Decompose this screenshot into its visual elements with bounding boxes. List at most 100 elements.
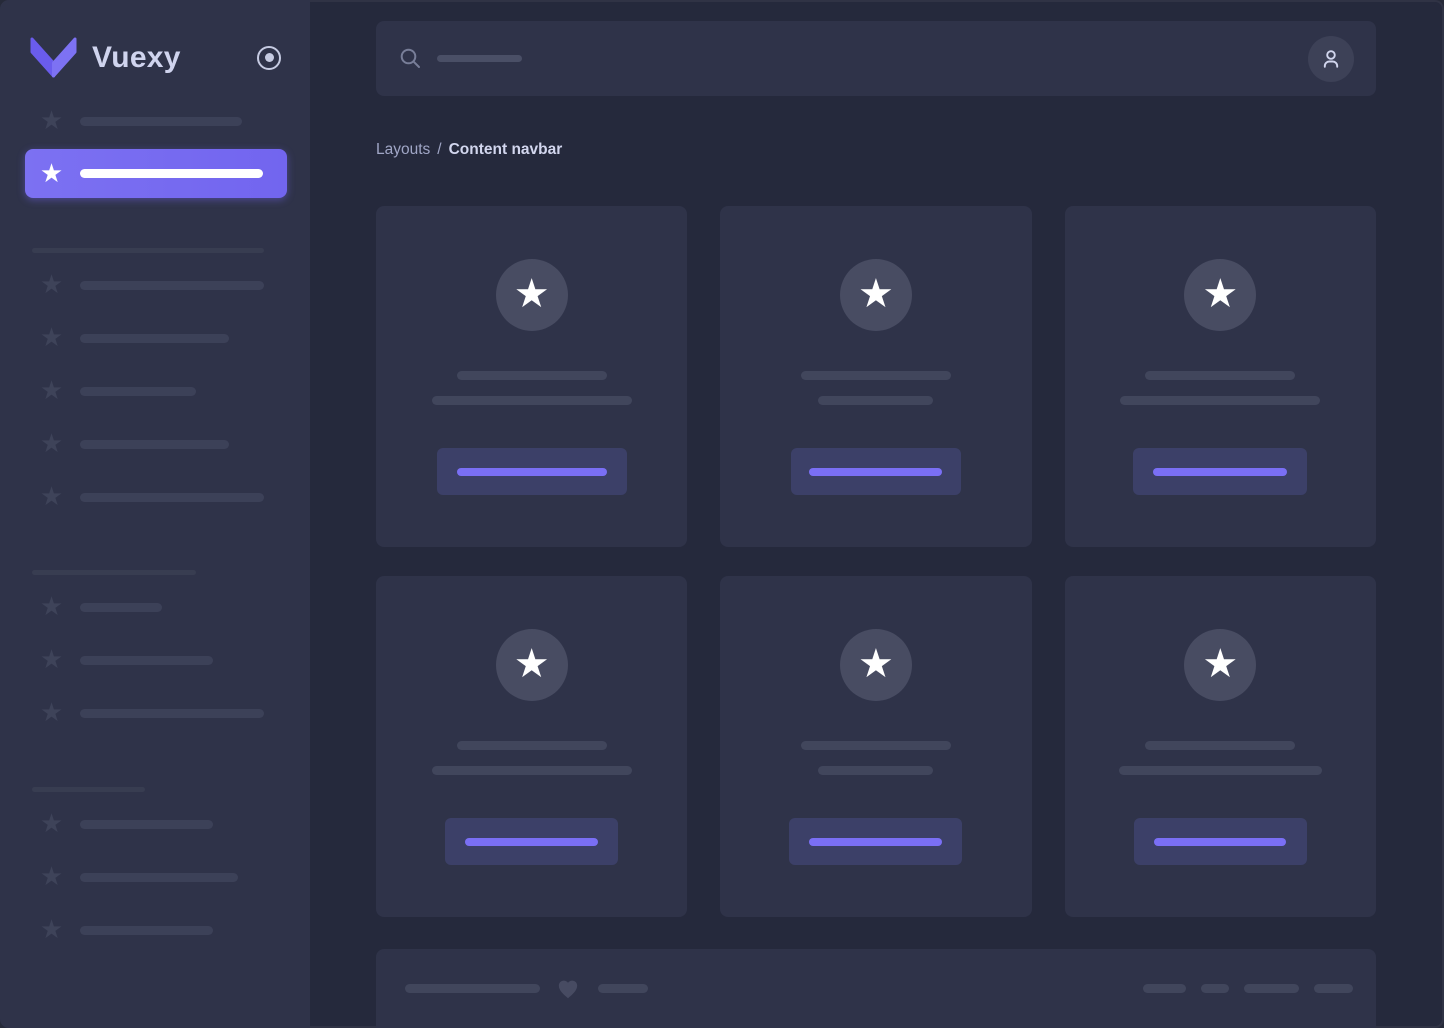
content-card: ★ — [1065, 206, 1376, 547]
card-subtitle-placeholder — [1119, 766, 1322, 775]
sidebar-item[interactable]: ★ — [25, 375, 287, 407]
sidebar-section-divider — [32, 248, 264, 253]
star-icon: ★ — [38, 864, 65, 890]
sidebar-item[interactable]: ★ — [25, 322, 287, 354]
content-card: ★ — [376, 206, 687, 547]
menu-label-placeholder — [80, 117, 242, 126]
card-action-button[interactable] — [791, 448, 961, 495]
sidebar-section-divider — [32, 570, 196, 575]
star-icon: ★ — [858, 274, 894, 314]
sidebar-item[interactable]: ★ — [25, 428, 287, 460]
app-frame: Vuexy ★ ★ ★ ★ ★ ★ ★ ★ ★ ★ ★ ★ ★ — [0, 0, 1444, 1028]
star-icon: ★ — [38, 272, 65, 298]
card-action-button[interactable] — [789, 818, 962, 865]
card-title-placeholder — [1145, 371, 1295, 380]
menu-label-placeholder — [80, 820, 213, 829]
sidebar-item[interactable]: ★ — [25, 861, 287, 893]
top-navbar — [376, 21, 1376, 96]
card-title-placeholder — [457, 371, 607, 380]
menu-label-placeholder — [80, 387, 196, 396]
footer-row — [405, 975, 1353, 1001]
sidebar-header: Vuexy — [30, 37, 281, 78]
sidebar-item[interactable]: ★ — [25, 269, 287, 301]
star-icon: ★ — [514, 644, 550, 684]
sidebar-item[interactable]: ★ — [25, 808, 287, 840]
content-card: ★ — [1065, 576, 1376, 917]
card-action-button[interactable] — [1134, 818, 1307, 865]
card-subtitle-placeholder — [432, 396, 632, 405]
search-placeholder-bar — [437, 55, 522, 62]
menu-label-placeholder — [80, 440, 229, 449]
star-icon: ★ — [38, 325, 65, 351]
user-icon — [1318, 46, 1344, 72]
content-card: ★ — [376, 576, 687, 917]
card-subtitle-placeholder — [432, 766, 632, 775]
vuexy-logo[interactable] — [30, 37, 77, 78]
footer-text-placeholder — [598, 984, 648, 993]
breadcrumb: Layouts / Content navbar — [376, 138, 1376, 162]
card-title-placeholder — [1145, 741, 1295, 750]
star-icon: ★ — [38, 917, 65, 943]
sidebar-item-active[interactable]: ★ — [25, 149, 287, 198]
star-icon: ★ — [38, 700, 65, 726]
main-content: Layouts / Content navbar ★ ★ ★ ★ ★ ★ — [310, 0, 1444, 1028]
card-title-placeholder — [801, 371, 951, 380]
star-avatar: ★ — [496, 259, 568, 331]
star-avatar: ★ — [840, 259, 912, 331]
star-icon: ★ — [1202, 644, 1238, 684]
footer-link-placeholder[interactable] — [1201, 984, 1229, 993]
card-action-button[interactable] — [437, 448, 627, 495]
card-action-button[interactable] — [445, 818, 618, 865]
star-avatar: ★ — [840, 629, 912, 701]
breadcrumb-separator: / — [437, 141, 441, 158]
button-label-placeholder — [809, 468, 942, 476]
footer-card — [376, 949, 1376, 1028]
footer-links — [1143, 984, 1353, 993]
app-title: Vuexy — [92, 41, 181, 75]
footer-link-placeholder[interactable] — [1244, 984, 1299, 993]
star-icon: ★ — [858, 644, 894, 684]
cards-grid: ★ ★ ★ ★ ★ ★ — [376, 206, 1376, 917]
vuexy-v-icon — [30, 37, 77, 78]
menu-label-placeholder — [80, 169, 263, 178]
card-subtitle-placeholder — [818, 396, 933, 405]
sidebar-item[interactable]: ★ — [25, 644, 287, 676]
footer-text-placeholder — [405, 984, 540, 993]
button-label-placeholder — [1154, 838, 1286, 846]
menu-label-placeholder — [80, 603, 162, 612]
card-title-placeholder — [457, 741, 607, 750]
footer-link-placeholder[interactable] — [1143, 984, 1186, 993]
breadcrumb-current: Content navbar — [449, 141, 563, 158]
card-action-button[interactable] — [1133, 448, 1307, 495]
card-subtitle-placeholder — [818, 766, 933, 775]
button-label-placeholder — [457, 468, 607, 476]
button-label-placeholder — [809, 838, 942, 846]
sidebar-section-divider — [32, 787, 145, 792]
sidebar-item[interactable]: ★ — [25, 591, 287, 623]
sidebar-item[interactable]: ★ — [25, 481, 287, 513]
search-input[interactable] — [399, 47, 522, 70]
menu-label-placeholder — [80, 334, 229, 343]
star-icon: ★ — [38, 811, 65, 837]
button-label-placeholder — [465, 838, 598, 846]
record-circle-icon[interactable] — [257, 46, 281, 70]
menu-label-placeholder — [80, 281, 264, 290]
menu-label-placeholder — [80, 926, 213, 935]
star-icon: ★ — [38, 378, 65, 404]
menu-label-placeholder — [80, 873, 238, 882]
star-icon: ★ — [514, 274, 550, 314]
user-avatar[interactable] — [1308, 36, 1354, 82]
star-icon: ★ — [38, 484, 65, 510]
star-icon: ★ — [38, 108, 65, 134]
content-card: ★ — [720, 576, 1031, 917]
search-icon — [399, 47, 422, 70]
sidebar: Vuexy ★ ★ ★ ★ ★ ★ ★ ★ ★ ★ ★ ★ ★ — [0, 0, 310, 1028]
sidebar-item[interactable]: ★ — [25, 697, 287, 729]
sidebar-item[interactable]: ★ — [25, 105, 287, 137]
sidebar-item[interactable]: ★ — [25, 914, 287, 946]
card-title-placeholder — [801, 741, 951, 750]
breadcrumb-parent[interactable]: Layouts — [376, 141, 430, 158]
footer-link-placeholder[interactable] — [1314, 984, 1353, 993]
star-avatar: ★ — [496, 629, 568, 701]
card-subtitle-placeholder — [1120, 396, 1320, 405]
